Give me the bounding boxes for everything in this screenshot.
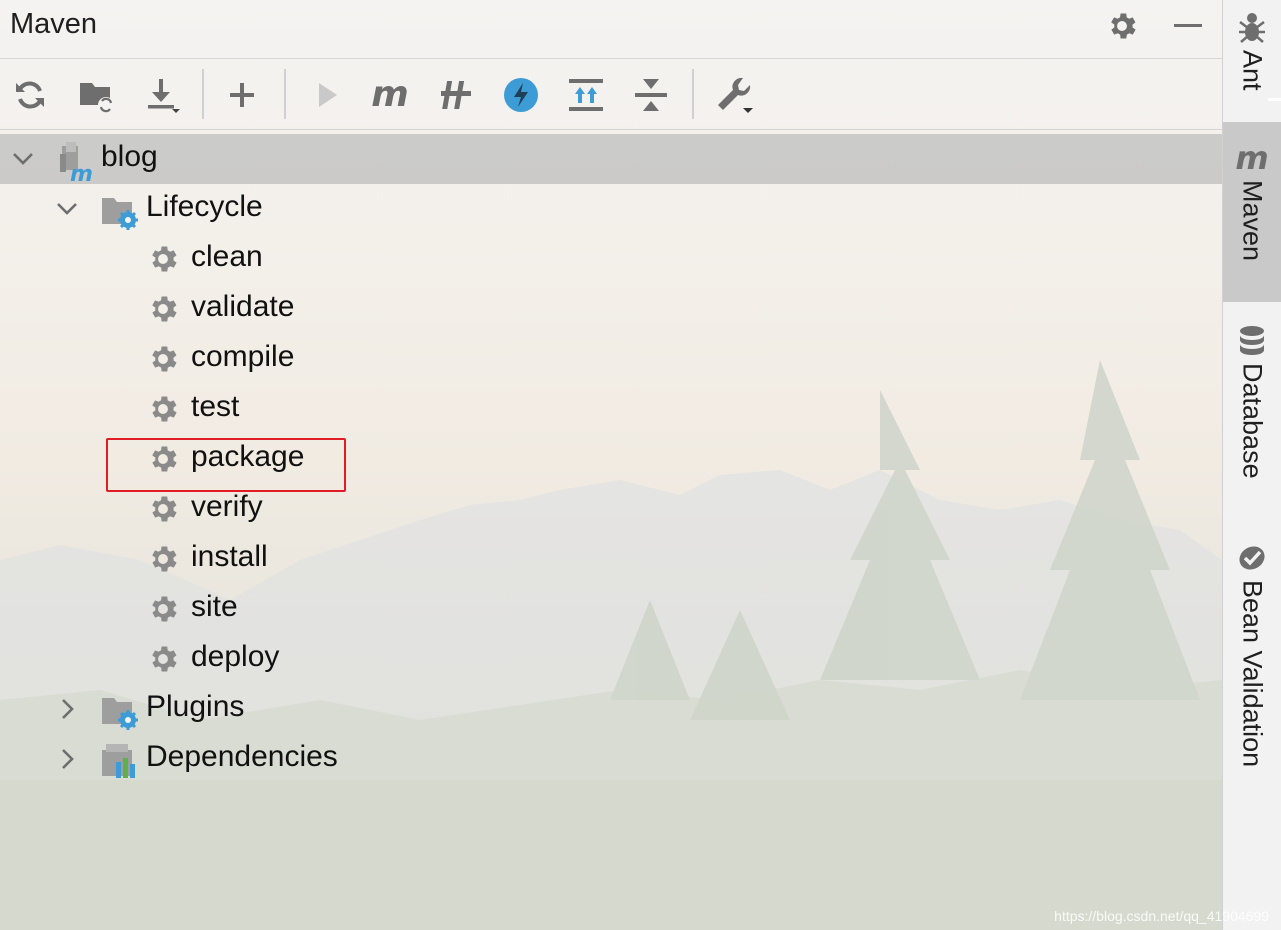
maven-toolbar: m — [0, 59, 1222, 129]
goal-label: validate — [191, 290, 295, 323]
lifecycle-goal-install[interactable]: install — [0, 534, 1222, 584]
watermark-text: https://blog.csdn.net/qq_41904699 — [1054, 908, 1269, 924]
tree-label-dependencies: Dependencies — [146, 740, 338, 773]
gear-icon[interactable] — [1104, 8, 1140, 44]
generate-sources-button[interactable] — [74, 73, 118, 117]
goal-label: site — [191, 590, 238, 623]
tree-row-dependencies[interactable]: Dependencies — [0, 734, 1222, 784]
chevron-right-icon[interactable] — [54, 696, 80, 722]
lifecycle-goal-validate[interactable]: validate — [0, 284, 1222, 334]
gear-icon — [146, 592, 182, 628]
expand-icon — [569, 79, 603, 111]
goal-label: test — [191, 390, 240, 423]
bean-validation-icon — [1239, 546, 1265, 570]
lifecycle-goal-site[interactable]: site — [0, 584, 1222, 634]
goal-label: compile — [191, 340, 295, 373]
chevron-down-icon[interactable] — [10, 146, 36, 172]
gear-icon — [146, 242, 182, 278]
lightning-icon — [504, 78, 538, 112]
toolbar-separator — [284, 69, 286, 119]
tool-tab-label: Ant — [1237, 50, 1268, 91]
tool-tab-ant[interactable]: Ant — [1223, 10, 1281, 110]
maven-project-icon: m — [58, 142, 94, 187]
tree-row-plugins[interactable]: Plugins — [0, 684, 1222, 734]
collapse-icon — [635, 79, 667, 111]
gear-icon — [146, 342, 182, 378]
tool-tab-bean-validation[interactable]: Bean Validation — [1223, 542, 1281, 802]
gear-icon — [146, 542, 182, 578]
wrench-icon — [718, 77, 753, 113]
toolbar-separator — [692, 69, 694, 119]
run-maven-build-button[interactable] — [304, 73, 348, 117]
maven-m-icon: m — [371, 74, 409, 115]
toggle-offline-mode-button[interactable] — [434, 73, 478, 117]
chevron-down-icon[interactable] — [54, 196, 80, 222]
tree-row-lifecycle[interactable]: Lifecycle — [0, 184, 1222, 234]
lifecycle-goal-deploy[interactable]: deploy — [0, 634, 1222, 684]
collapse-all-button[interactable] — [629, 73, 673, 117]
goal-label: verify — [191, 490, 263, 523]
goal-label: deploy — [191, 640, 280, 673]
gear-icon — [146, 642, 182, 678]
database-icon — [1240, 326, 1264, 355]
show-dependencies-button[interactable] — [564, 73, 608, 117]
toolbar-divider — [0, 129, 1222, 130]
panel-title: Maven — [10, 8, 98, 40]
tree-label-blog: blog — [101, 140, 158, 173]
goal-label: clean — [191, 240, 263, 273]
maven-m-icon: m — [1235, 139, 1269, 177]
lifecycle-goal-test[interactable]: test — [0, 384, 1222, 434]
folder-gear-icon — [100, 192, 138, 230]
edge-highlight — [1268, 98, 1281, 101]
tree-row-blog[interactable]: m blog — [0, 134, 1222, 187]
plus-icon — [230, 83, 254, 107]
add-maven-project-button[interactable] — [220, 73, 264, 117]
dependencies-library-icon — [100, 742, 136, 778]
tool-tab-label: Database — [1237, 363, 1268, 479]
gear-icon — [146, 292, 182, 328]
tool-tab-maven[interactable]: m Maven — [1223, 122, 1281, 302]
execute-maven-goal-button[interactable]: m — [368, 73, 412, 117]
minimize-icon[interactable] — [1170, 8, 1206, 44]
lifecycle-goal-compile[interactable]: compile — [0, 334, 1222, 384]
panel-header: Maven — [0, 0, 1222, 58]
download-sources-button[interactable] — [140, 73, 184, 117]
download-icon — [148, 79, 180, 113]
tool-tab-database[interactable]: Database — [1223, 325, 1281, 500]
tool-tab-label: Maven — [1237, 180, 1268, 262]
right-tool-strip: Ant m Maven Database Bean Validation — [1222, 0, 1281, 930]
build-tool-settings-button[interactable] — [712, 73, 756, 117]
svg-text:m: m — [70, 162, 93, 182]
gear-icon — [146, 392, 182, 428]
reload-all-projects-button[interactable] — [8, 73, 52, 117]
package-highlight-annotation — [106, 438, 346, 492]
folder-gear-icon — [100, 692, 138, 730]
chevron-right-icon[interactable] — [54, 746, 80, 772]
ant-icon — [1239, 13, 1265, 43]
tree-label-lifecycle: Lifecycle — [146, 190, 263, 223]
toolbar-separator — [202, 69, 204, 119]
tree-label-plugins: Plugins — [146, 690, 245, 723]
gear-icon — [146, 492, 182, 528]
lifecycle-goal-clean[interactable]: clean — [0, 234, 1222, 284]
play-icon — [319, 83, 337, 107]
folder-refresh-icon — [80, 83, 114, 113]
toggle-skip-tests-button[interactable] — [499, 73, 543, 117]
goal-label: install — [191, 540, 268, 573]
refresh-icon — [16, 81, 44, 109]
offline-icon — [441, 81, 471, 109]
tool-tab-label: Bean Validation — [1237, 580, 1268, 768]
